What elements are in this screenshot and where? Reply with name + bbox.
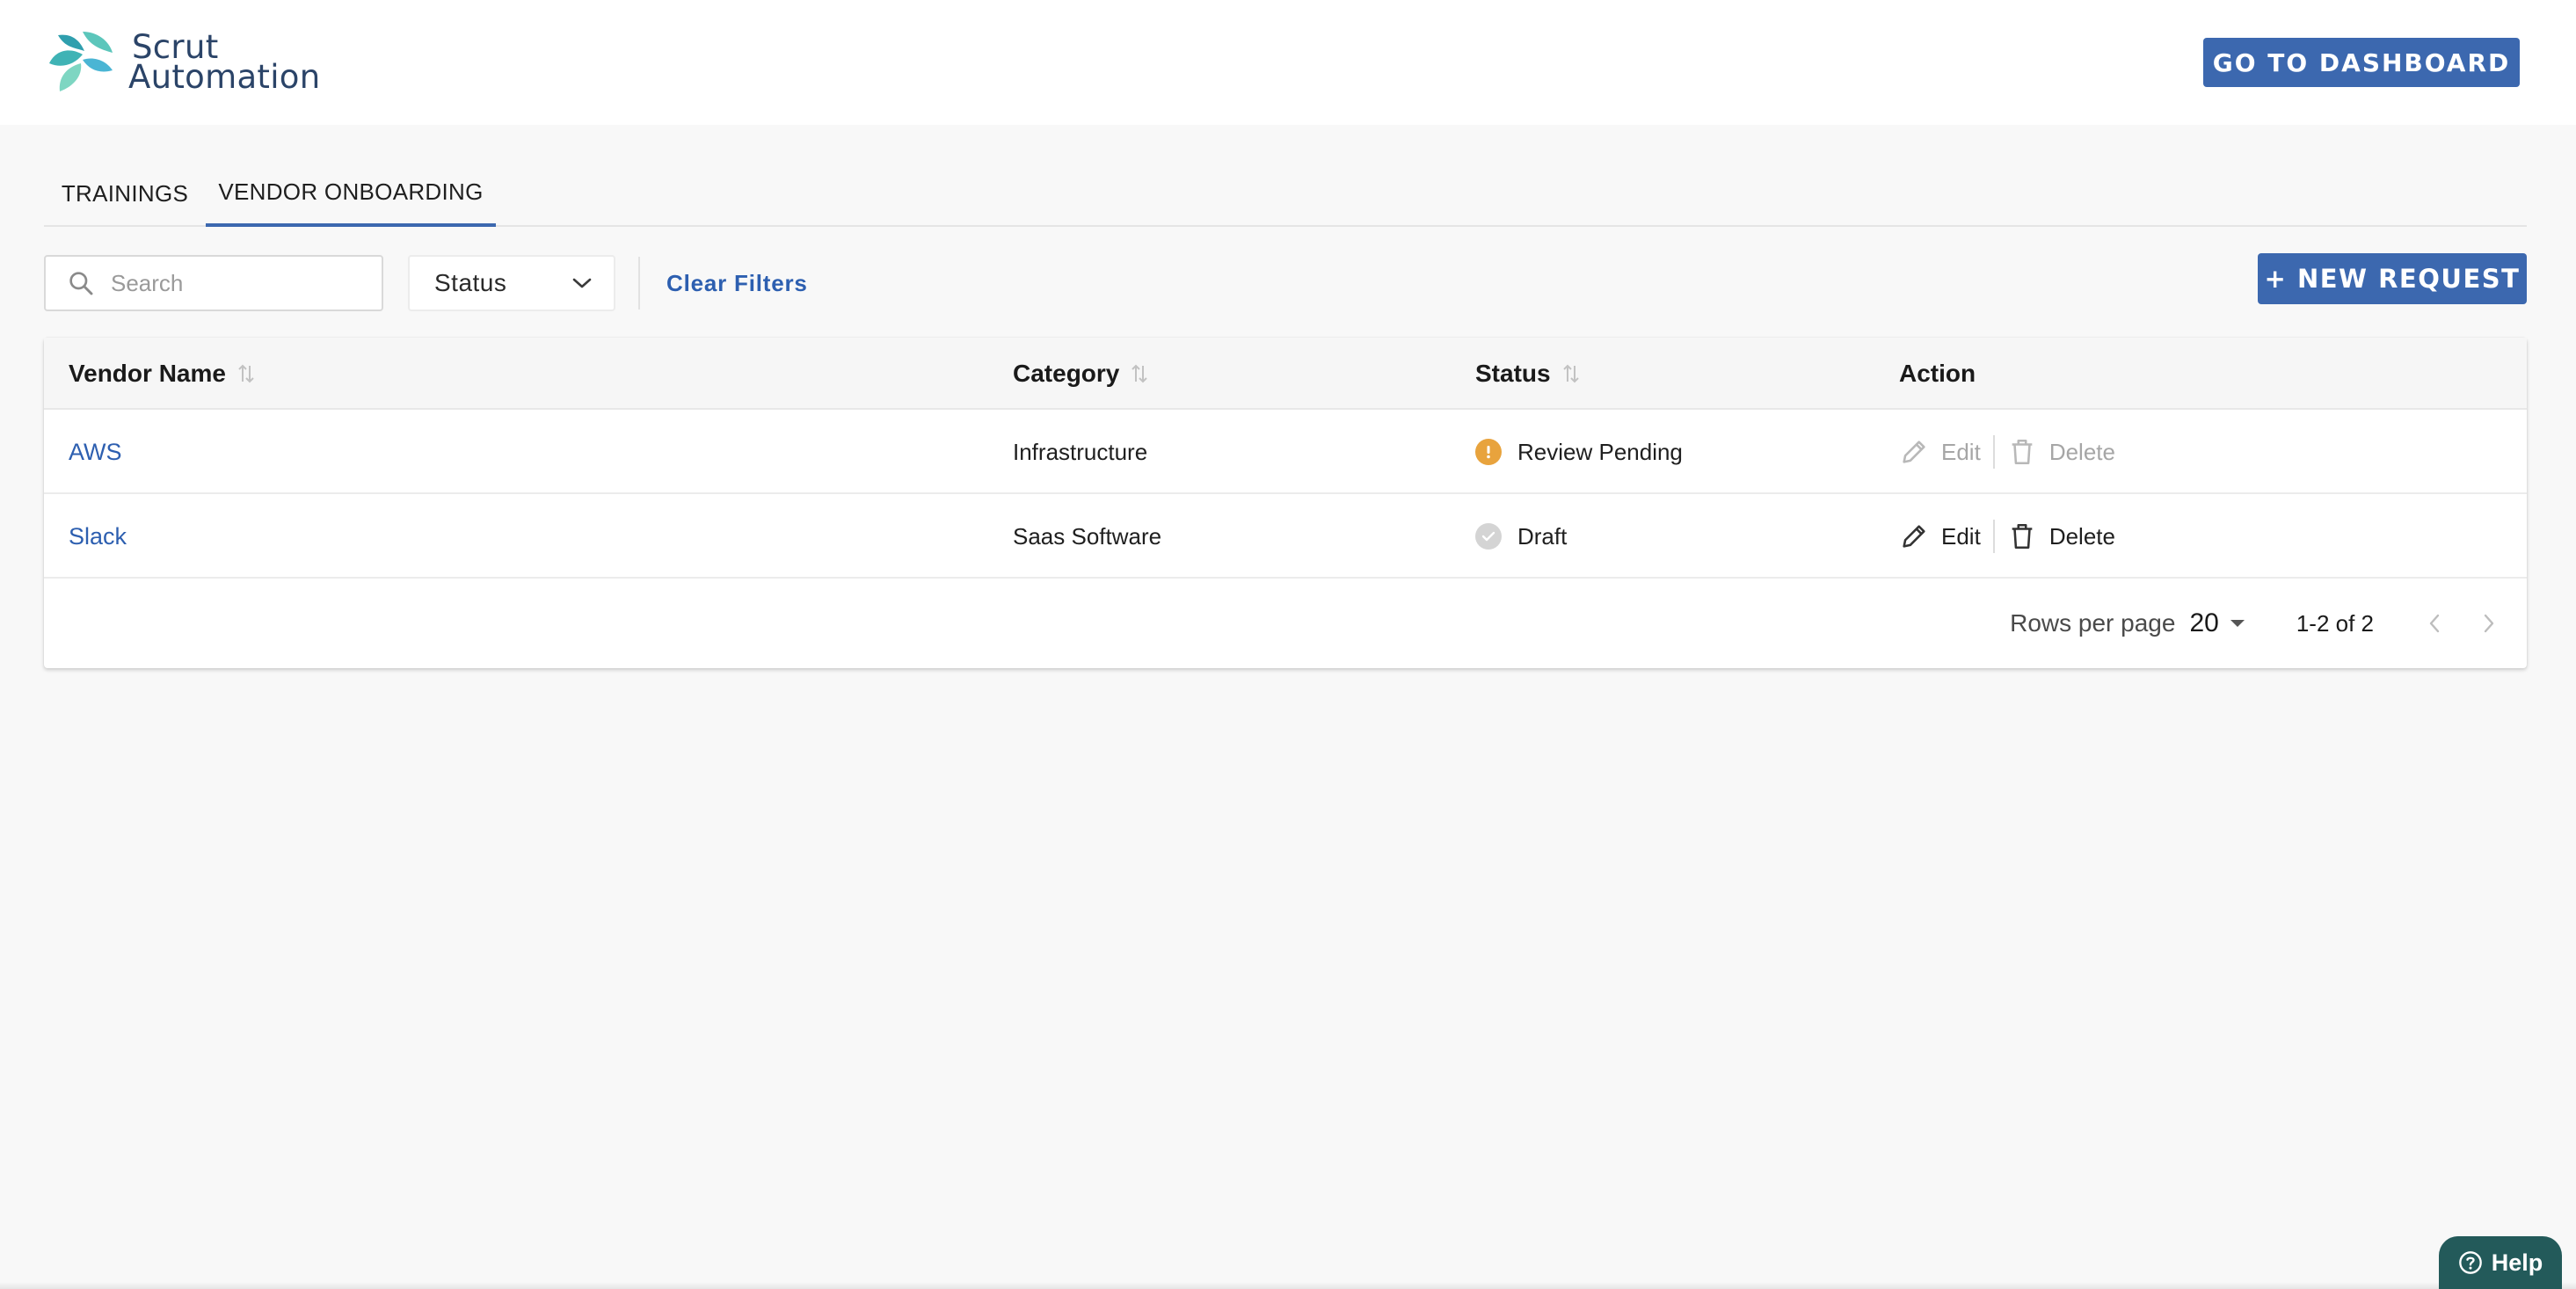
filter-divider <box>638 257 640 310</box>
status-cell: Review Pending <box>1475 410 1683 494</box>
status-filter-dropdown[interactable]: Status <box>408 255 615 311</box>
rows-per-page-select[interactable]: 20 <box>2189 608 2246 638</box>
edit-label: Edit <box>1941 438 1981 465</box>
status-label: Review Pending <box>1517 438 1683 465</box>
column-header-label: Action <box>1899 360 1976 387</box>
table-pagination: Rows per page 20 1-2 of 2 <box>44 579 2527 668</box>
search-input[interactable] <box>111 269 357 297</box>
search-icon <box>69 272 93 295</box>
help-circle-icon <box>2458 1251 2482 1274</box>
status-label: Draft <box>1517 522 1568 550</box>
column-header-action: Action <box>1899 338 1976 410</box>
clear-filters-link[interactable]: Clear Filters <box>666 255 808 311</box>
tab-bar: TRAININGS VENDOR ONBOARDING <box>44 160 2527 227</box>
sort-icon[interactable] <box>1561 362 1581 385</box>
warning-icon <box>1475 439 1502 465</box>
go-to-dashboard-button[interactable]: GO TO DASHBOARD <box>2203 38 2520 87</box>
check-circle-icon <box>1475 523 1502 550</box>
help-button[interactable]: Help <box>2439 1236 2562 1289</box>
tab-vendor-onboarding[interactable]: VENDOR ONBOARDING <box>206 160 496 227</box>
column-header-vendor-name[interactable]: Vendor Name <box>69 338 256 410</box>
sort-icon[interactable] <box>1130 362 1149 385</box>
table-row: Slack Saas Software Draft Edit Delete <box>44 494 2527 579</box>
scrut-logo-icon <box>49 32 113 91</box>
help-label: Help <box>2491 1249 2543 1276</box>
category-cell: Saas Software <box>1013 522 1162 550</box>
top-bar: Scrut Automation GO TO DASHBOARD <box>0 0 2576 125</box>
column-header-category[interactable]: Category <box>1013 338 1149 410</box>
delete-button[interactable]: Delete <box>2007 437 2115 467</box>
action-cell: Edit Delete <box>1899 410 2115 494</box>
logo-text-line2: Automation <box>128 58 321 96</box>
column-header-label: Category <box>1013 360 1120 387</box>
sort-icon[interactable] <box>236 362 256 385</box>
vendor-table: Vendor Name Category Status Action AWS I… <box>44 338 2527 668</box>
action-divider <box>1992 520 1995 553</box>
edit-button[interactable]: Edit <box>1899 437 1981 467</box>
table-row: AWS Infrastructure Review Pending Edit D… <box>44 410 2527 494</box>
chevron-left-icon <box>2429 614 2440 633</box>
previous-page-button[interactable] <box>2421 610 2448 637</box>
tab-trainings[interactable]: TRAININGS <box>44 160 206 227</box>
search-box[interactable] <box>44 255 383 311</box>
column-header-label: Vendor Name <box>69 360 226 387</box>
delete-button[interactable]: Delete <box>2007 521 2115 551</box>
trash-icon <box>2012 439 2033 465</box>
pencil-icon <box>1903 525 1925 548</box>
rows-per-page-label: Rows per page <box>2010 609 2176 637</box>
delete-label: Delete <box>2048 522 2115 550</box>
vendor-name-link[interactable]: Slack <box>69 523 127 550</box>
logo[interactable]: Scrut Automation <box>47 30 321 95</box>
vendor-name-link[interactable]: AWS <box>69 439 122 466</box>
caret-down-icon <box>2230 620 2245 627</box>
category-cell: Infrastructure <box>1013 438 1148 465</box>
chevron-right-icon <box>2484 614 2494 633</box>
next-page-button[interactable] <box>2476 610 2502 637</box>
delete-label: Delete <box>2048 438 2115 465</box>
action-divider <box>1992 435 1995 469</box>
edit-label: Edit <box>1941 522 1981 550</box>
new-request-button[interactable]: + NEW REQUEST <box>2258 253 2527 304</box>
column-header-label: Status <box>1475 360 1551 387</box>
rows-per-page-value: 20 <box>2189 608 2219 637</box>
status-cell: Draft <box>1475 494 1567 579</box>
trash-icon <box>2012 523 2033 550</box>
table-header: Vendor Name Category Status Action <box>44 338 2527 410</box>
status-filter-label: Status <box>434 269 507 296</box>
column-header-status[interactable]: Status <box>1475 338 1581 410</box>
pencil-icon <box>1903 441 1925 463</box>
edit-button[interactable]: Edit <box>1899 521 1981 551</box>
chevron-down-icon <box>572 278 592 288</box>
filter-bar: Status Clear Filters + NEW REQUEST <box>44 253 2527 313</box>
action-cell: Edit Delete <box>1899 494 2115 579</box>
bottom-shadow <box>0 1282 2576 1289</box>
pagination-range: 1-2 of 2 <box>2296 609 2374 637</box>
